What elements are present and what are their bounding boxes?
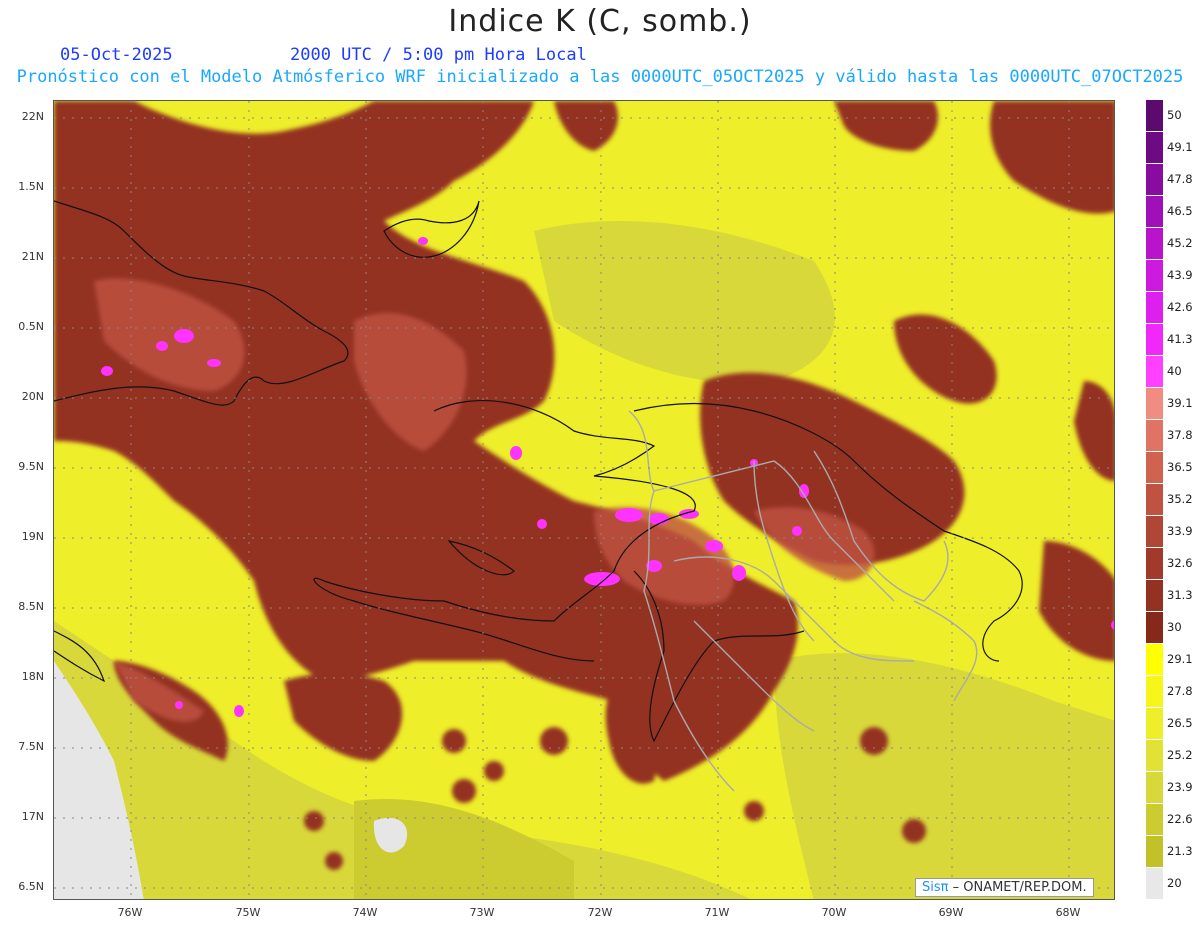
colorbar-swatch — [1146, 708, 1163, 740]
colorbar-swatch — [1146, 644, 1163, 676]
colorbar-label: 46.5 — [1167, 204, 1193, 218]
colorbar-label: 23.9 — [1167, 780, 1193, 794]
colorbar-label: 21.3 — [1167, 844, 1193, 858]
lat-label: 0.5N — [18, 320, 44, 333]
colorbar-swatch — [1146, 164, 1163, 196]
colorbar-label: 36.5 — [1167, 460, 1193, 474]
colorbar-swatch — [1146, 100, 1163, 132]
credit-text: – ONAMET/REP.DOM. — [948, 880, 1087, 895]
lat-label: 1.5N — [18, 180, 44, 193]
colorbar-swatch — [1146, 740, 1163, 772]
colorbar-swatch — [1146, 228, 1163, 260]
colorbar-label: 30 — [1167, 620, 1182, 634]
colorbar-label: 41.3 — [1167, 332, 1193, 346]
lon-label: 73W — [469, 906, 495, 919]
colorbar-label: 45.2 — [1167, 236, 1193, 250]
k-index-map — [53, 100, 1115, 900]
colorbar-label: 50 — [1167, 108, 1182, 122]
colorbar-swatch — [1146, 804, 1163, 836]
colorbar-swatch — [1146, 260, 1163, 292]
lat-label: 9.5N — [18, 460, 44, 473]
colorbar-label: 39.1 — [1167, 396, 1193, 410]
colorbar-label: 49.1 — [1167, 140, 1193, 154]
lon-label: 75W — [235, 906, 261, 919]
colorbar-label: 37.8 — [1167, 428, 1193, 442]
colorbar-swatch — [1146, 772, 1163, 804]
colorbar-label: 40 — [1167, 364, 1182, 378]
sispi-logo: Sisπ — [922, 880, 949, 895]
lon-label: 69W — [938, 906, 964, 919]
colorbar-swatch — [1146, 548, 1163, 580]
colorbar-label: 29.1 — [1167, 652, 1193, 666]
colorbar-swatch — [1146, 196, 1163, 228]
colorbar-swatch — [1146, 836, 1163, 868]
colorbar-label: 22.6 — [1167, 812, 1193, 826]
lat-label: 7.5N — [18, 740, 44, 753]
colorbar-swatch — [1146, 868, 1163, 900]
colorbar-swatch — [1146, 452, 1163, 484]
lat-label: 19N — [21, 530, 44, 543]
map-title: Indice K (C, somb.) — [448, 4, 752, 39]
colorbar-label: 31.3 — [1167, 588, 1193, 602]
colorbar-label: 43.9 — [1167, 268, 1193, 282]
colorbar-swatch — [1146, 356, 1163, 388]
colorbar-swatch — [1146, 676, 1163, 708]
lon-label: 68W — [1055, 906, 1081, 919]
lon-label: 74W — [352, 906, 378, 919]
lon-label: 76W — [117, 906, 143, 919]
colorbar-swatch — [1146, 612, 1163, 644]
lat-label: 21N — [21, 250, 44, 263]
colorbar-label: 27.8 — [1167, 684, 1193, 698]
colorbar-label: 35.2 — [1167, 492, 1193, 506]
colorbar-label: 25.2 — [1167, 748, 1193, 762]
colorbar-swatch — [1146, 388, 1163, 420]
lon-label: 72W — [587, 906, 613, 919]
time-label: 2000 UTC / 5:00 pm Hora Local — [290, 45, 587, 65]
lat-label: 6.5N — [18, 880, 44, 893]
colorbar-swatch — [1146, 132, 1163, 164]
lat-label: 8.5N — [18, 600, 44, 613]
colorbar-label: 32.6 — [1167, 556, 1193, 570]
date-label: 05-Oct-2025 — [60, 45, 173, 65]
colorbar-label: 20 — [1167, 876, 1182, 890]
lat-label: 18N — [21, 670, 44, 683]
colorbar-label: 47.8 — [1167, 172, 1193, 186]
colorbar-label: 33.9 — [1167, 524, 1193, 538]
colorbar-label: 42.6 — [1167, 300, 1193, 314]
colorbar-swatch — [1146, 484, 1163, 516]
map-svg — [54, 101, 1114, 899]
lon-label: 70W — [821, 906, 847, 919]
colorbar-swatch — [1146, 324, 1163, 356]
lat-label: 20N — [21, 390, 44, 403]
colorbar-swatch — [1146, 292, 1163, 324]
credit-box: Sisπ – ONAMET/REP.DOM. — [915, 878, 1094, 897]
colorbar-swatch — [1146, 516, 1163, 548]
colorbar-label: 26.5 — [1167, 716, 1193, 730]
colorbar-swatch — [1146, 580, 1163, 612]
forecast-label: Pronóstico con el Modelo Atmósferico WRF… — [16, 67, 1184, 87]
lat-label: 17N — [21, 810, 44, 823]
lon-label: 71W — [704, 906, 730, 919]
colorbar — [1146, 100, 1163, 900]
lat-label: 22N — [21, 110, 44, 123]
colorbar-swatch — [1146, 420, 1163, 452]
